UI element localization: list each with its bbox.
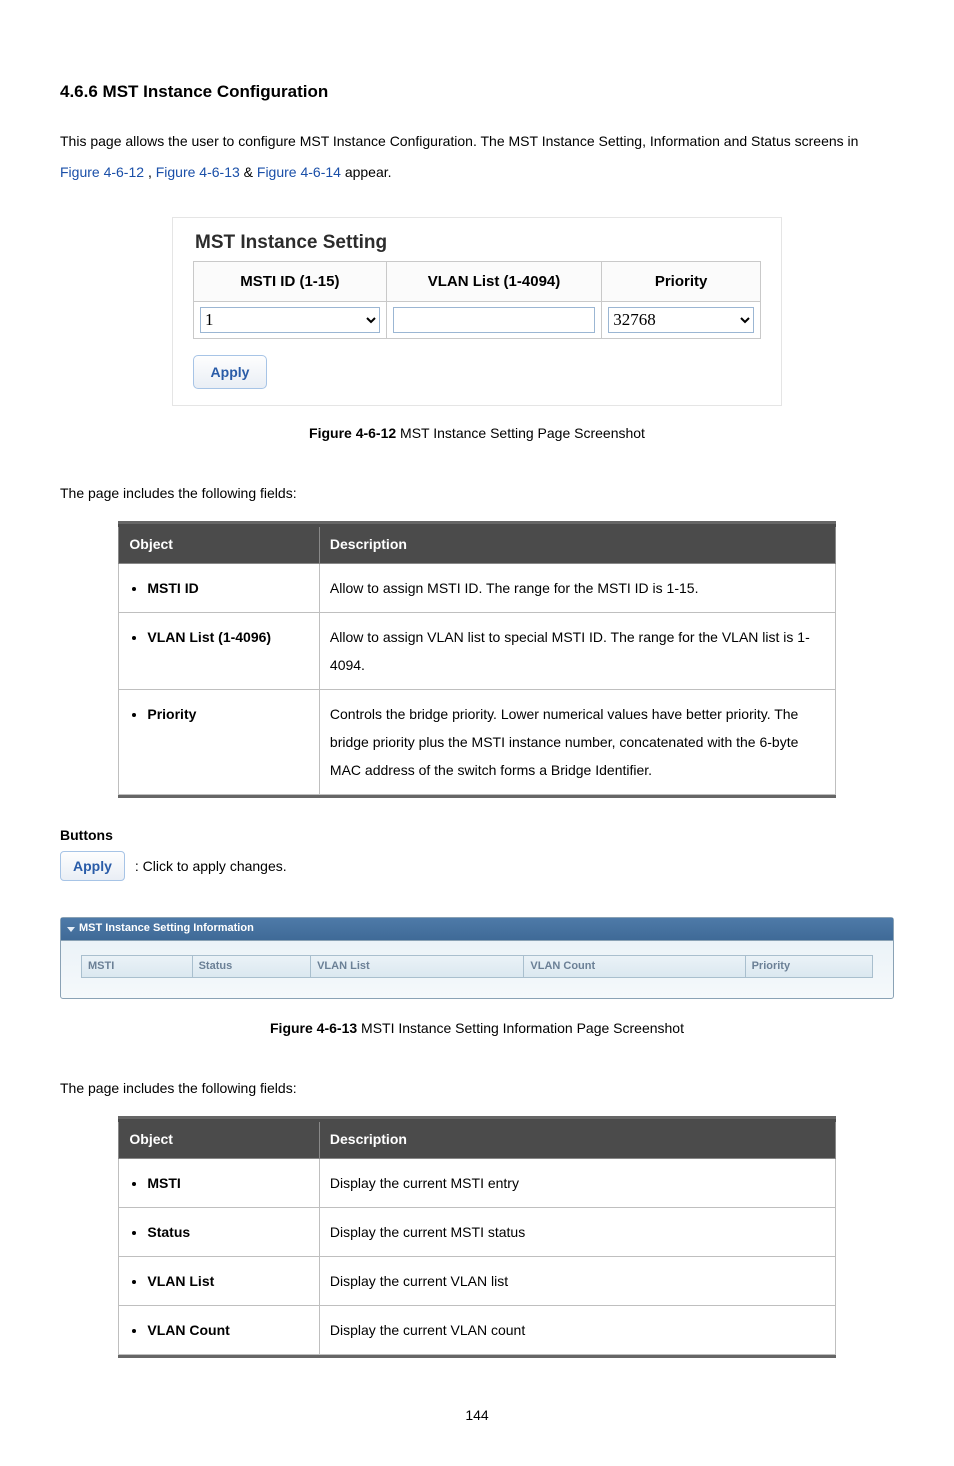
intro-sep1: ,: [148, 164, 156, 180]
shot2-col-priority: Priority: [746, 956, 872, 977]
intro-text-before: This page allows the user to configure M…: [60, 133, 858, 149]
shot2-col-vlan-count: VLAN Count: [524, 956, 745, 977]
shot1-header-msti-id: MSTI ID (1-15): [194, 261, 387, 301]
table1-row1-description: Allow to assign VLAN list to special MST…: [319, 612, 835, 689]
table-row: VLAN List (1-4096) Allow to assign VLAN …: [119, 612, 835, 689]
table2-row3-object: VLAN Count: [147, 1316, 309, 1344]
screenshot-mst-instance-setting: MST Instance Setting MSTI ID (1-15) VLAN…: [172, 217, 782, 406]
figure-caption-rest: MST Instance Setting Page Screenshot: [396, 425, 645, 441]
table2-row3-description: Display the current VLAN count: [319, 1305, 835, 1354]
intro-sep2: &: [244, 164, 257, 180]
table-row: VLAN Count Display the current VLAN coun…: [119, 1305, 835, 1354]
shot1-header-vlan-list: VLAN List (1-4094): [386, 261, 601, 301]
shot1-header-priority: Priority: [602, 261, 761, 301]
table-row: MSTI ID Allow to assign MSTI ID. The ran…: [119, 563, 835, 612]
intro-text-after: appear.: [345, 164, 392, 180]
table2-row1-object: Status: [147, 1218, 309, 1246]
figure-link-4-6-13[interactable]: Figure 4-6-13: [156, 164, 240, 180]
screenshot-mst-instance-setting-information: MST Instance Setting Information MSTI St…: [60, 917, 894, 999]
priority-select[interactable]: 32768: [608, 307, 754, 333]
shot2-col-vlan-list: VLAN List: [311, 956, 524, 977]
table1-header-description: Description: [319, 526, 835, 564]
apply-button-description: : Click to apply changes.: [135, 857, 287, 877]
table1-row2-description: Controls the bridge priority. Lower nume…: [319, 689, 835, 794]
shot2-col-msti: MSTI: [82, 956, 193, 977]
fields-lead-1: The page includes the following fields:: [60, 484, 894, 504]
figure-caption2-bold: Figure 4-6-13: [270, 1020, 357, 1036]
table2-header-description: Description: [319, 1121, 835, 1159]
figure-link-4-6-14[interactable]: Figure 4-6-14: [257, 164, 341, 180]
buttons-heading: Buttons: [60, 826, 894, 846]
table2-row0-description: Display the current MSTI entry: [319, 1158, 835, 1207]
buttons-row: Apply : Click to apply changes.: [60, 851, 894, 881]
chevron-down-icon: [67, 927, 75, 932]
shot2-grid: MSTI Status VLAN List VLAN Count Priorit…: [81, 955, 873, 978]
apply-button[interactable]: Apply: [193, 355, 267, 389]
shot1-title: MST Instance Setting: [195, 230, 761, 257]
table1-row0-description: Allow to assign MSTI ID. The range for t…: [319, 563, 835, 612]
fields-lead-2: The page includes the following fields:: [60, 1079, 894, 1099]
figure-link-4-6-12[interactable]: Figure 4-6-12: [60, 164, 144, 180]
figure-caption-4-6-12: Figure 4-6-12 MST Instance Setting Page …: [60, 424, 894, 444]
shot2-header[interactable]: MST Instance Setting Information: [61, 918, 893, 940]
shot2-header-title: MST Instance Setting Information: [79, 921, 254, 936]
table2-row0-object: MSTI: [147, 1169, 309, 1197]
table2-header-object: Object: [119, 1121, 320, 1159]
vlan-list-input[interactable]: [393, 307, 595, 333]
shot2-col-status: Status: [193, 956, 312, 977]
table-row: Status Display the current MSTI status: [119, 1207, 835, 1256]
table1-row1-object: VLAN List (1-4096): [147, 623, 309, 651]
section-heading: 4.6.6 MST Instance Configuration: [60, 80, 894, 104]
table1-header-object: Object: [119, 526, 320, 564]
table2-row1-description: Display the current MSTI status: [319, 1207, 835, 1256]
table2-row2-object: VLAN List: [147, 1267, 309, 1295]
table-row: MSTI Display the current MSTI entry: [119, 1158, 835, 1207]
table-row: Priority Controls the bridge priority. L…: [119, 689, 835, 794]
page-number: 144: [60, 1406, 894, 1426]
table1-row0-object: MSTI ID: [147, 574, 309, 602]
msti-id-select[interactable]: 1: [200, 307, 380, 333]
figure-caption-bold: Figure 4-6-12: [309, 425, 396, 441]
table-row: VLAN List Display the current VLAN list: [119, 1256, 835, 1305]
table1-row2-object: Priority: [147, 700, 309, 728]
apply-button-inline[interactable]: Apply: [60, 851, 125, 881]
intro-paragraph: This page allows the user to configure M…: [60, 126, 894, 188]
figure-caption2-rest: MSTI Instance Setting Information Page S…: [357, 1020, 684, 1036]
table2-row2-description: Display the current VLAN list: [319, 1256, 835, 1305]
figure-caption-4-6-13: Figure 4-6-13 MSTI Instance Setting Info…: [60, 1019, 894, 1039]
